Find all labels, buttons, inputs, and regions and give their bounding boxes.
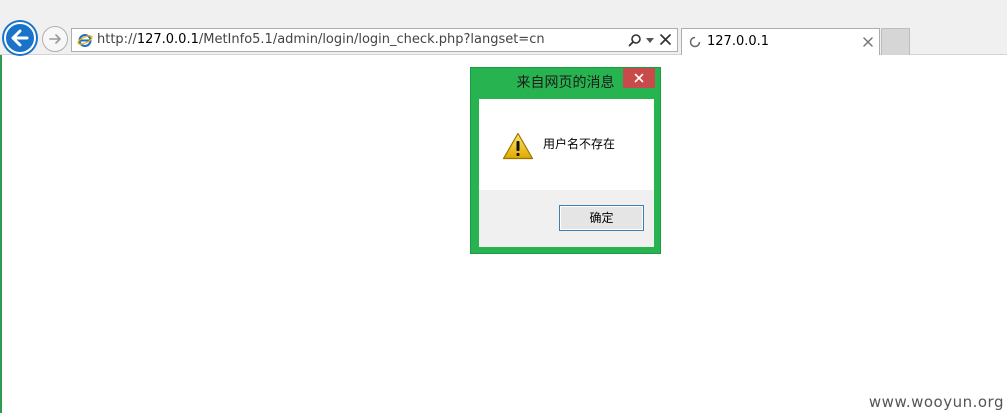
- url-prefix: http://: [97, 32, 137, 47]
- dialog-footer: 确定: [479, 190, 654, 247]
- search-icon[interactable]: [628, 33, 642, 47]
- tab-current[interactable]: 127.0.0.1: [681, 28, 880, 55]
- ok-button[interactable]: 确定: [559, 205, 644, 231]
- forward-button[interactable]: [42, 26, 68, 52]
- loading-icon: [689, 36, 701, 48]
- dialog-body: 用户名不存在: [479, 99, 654, 190]
- tab-title: 127.0.0.1: [707, 34, 770, 49]
- warning-icon: [502, 132, 534, 160]
- watermark: www.wooyun.org: [868, 393, 1004, 411]
- forward-arrow-icon: [49, 34, 61, 44]
- url-text[interactable]: http://127.0.0.1/MetInfo5.1/admin/login/…: [97, 29, 545, 51]
- browser-toolbar: http://127.0.0.1/MetInfo5.1/admin/login/…: [0, 0, 1007, 56]
- chevron-down-icon[interactable]: [646, 38, 654, 43]
- dialog-message: 用户名不存在: [543, 137, 616, 151]
- back-button[interactable]: [2, 20, 38, 56]
- ie-icon: [77, 34, 93, 47]
- window-edge: [0, 55, 2, 413]
- address-bar[interactable]: http://127.0.0.1/MetInfo5.1/admin/login/…: [71, 28, 678, 52]
- url-host: 127.0.0.1: [136, 32, 199, 47]
- new-tab-button[interactable]: [881, 28, 910, 55]
- alert-dialog: 来自网页的消息 用户名不存在 确定: [470, 67, 661, 254]
- back-arrow-icon: [4, 22, 36, 54]
- dialog-close-button[interactable]: [623, 68, 655, 88]
- url-path: /MetInfo5.1/admin/login/login_check.php?…: [198, 32, 545, 47]
- close-icon[interactable]: [863, 37, 873, 47]
- close-icon: [634, 73, 644, 83]
- stop-icon[interactable]: [660, 34, 671, 45]
